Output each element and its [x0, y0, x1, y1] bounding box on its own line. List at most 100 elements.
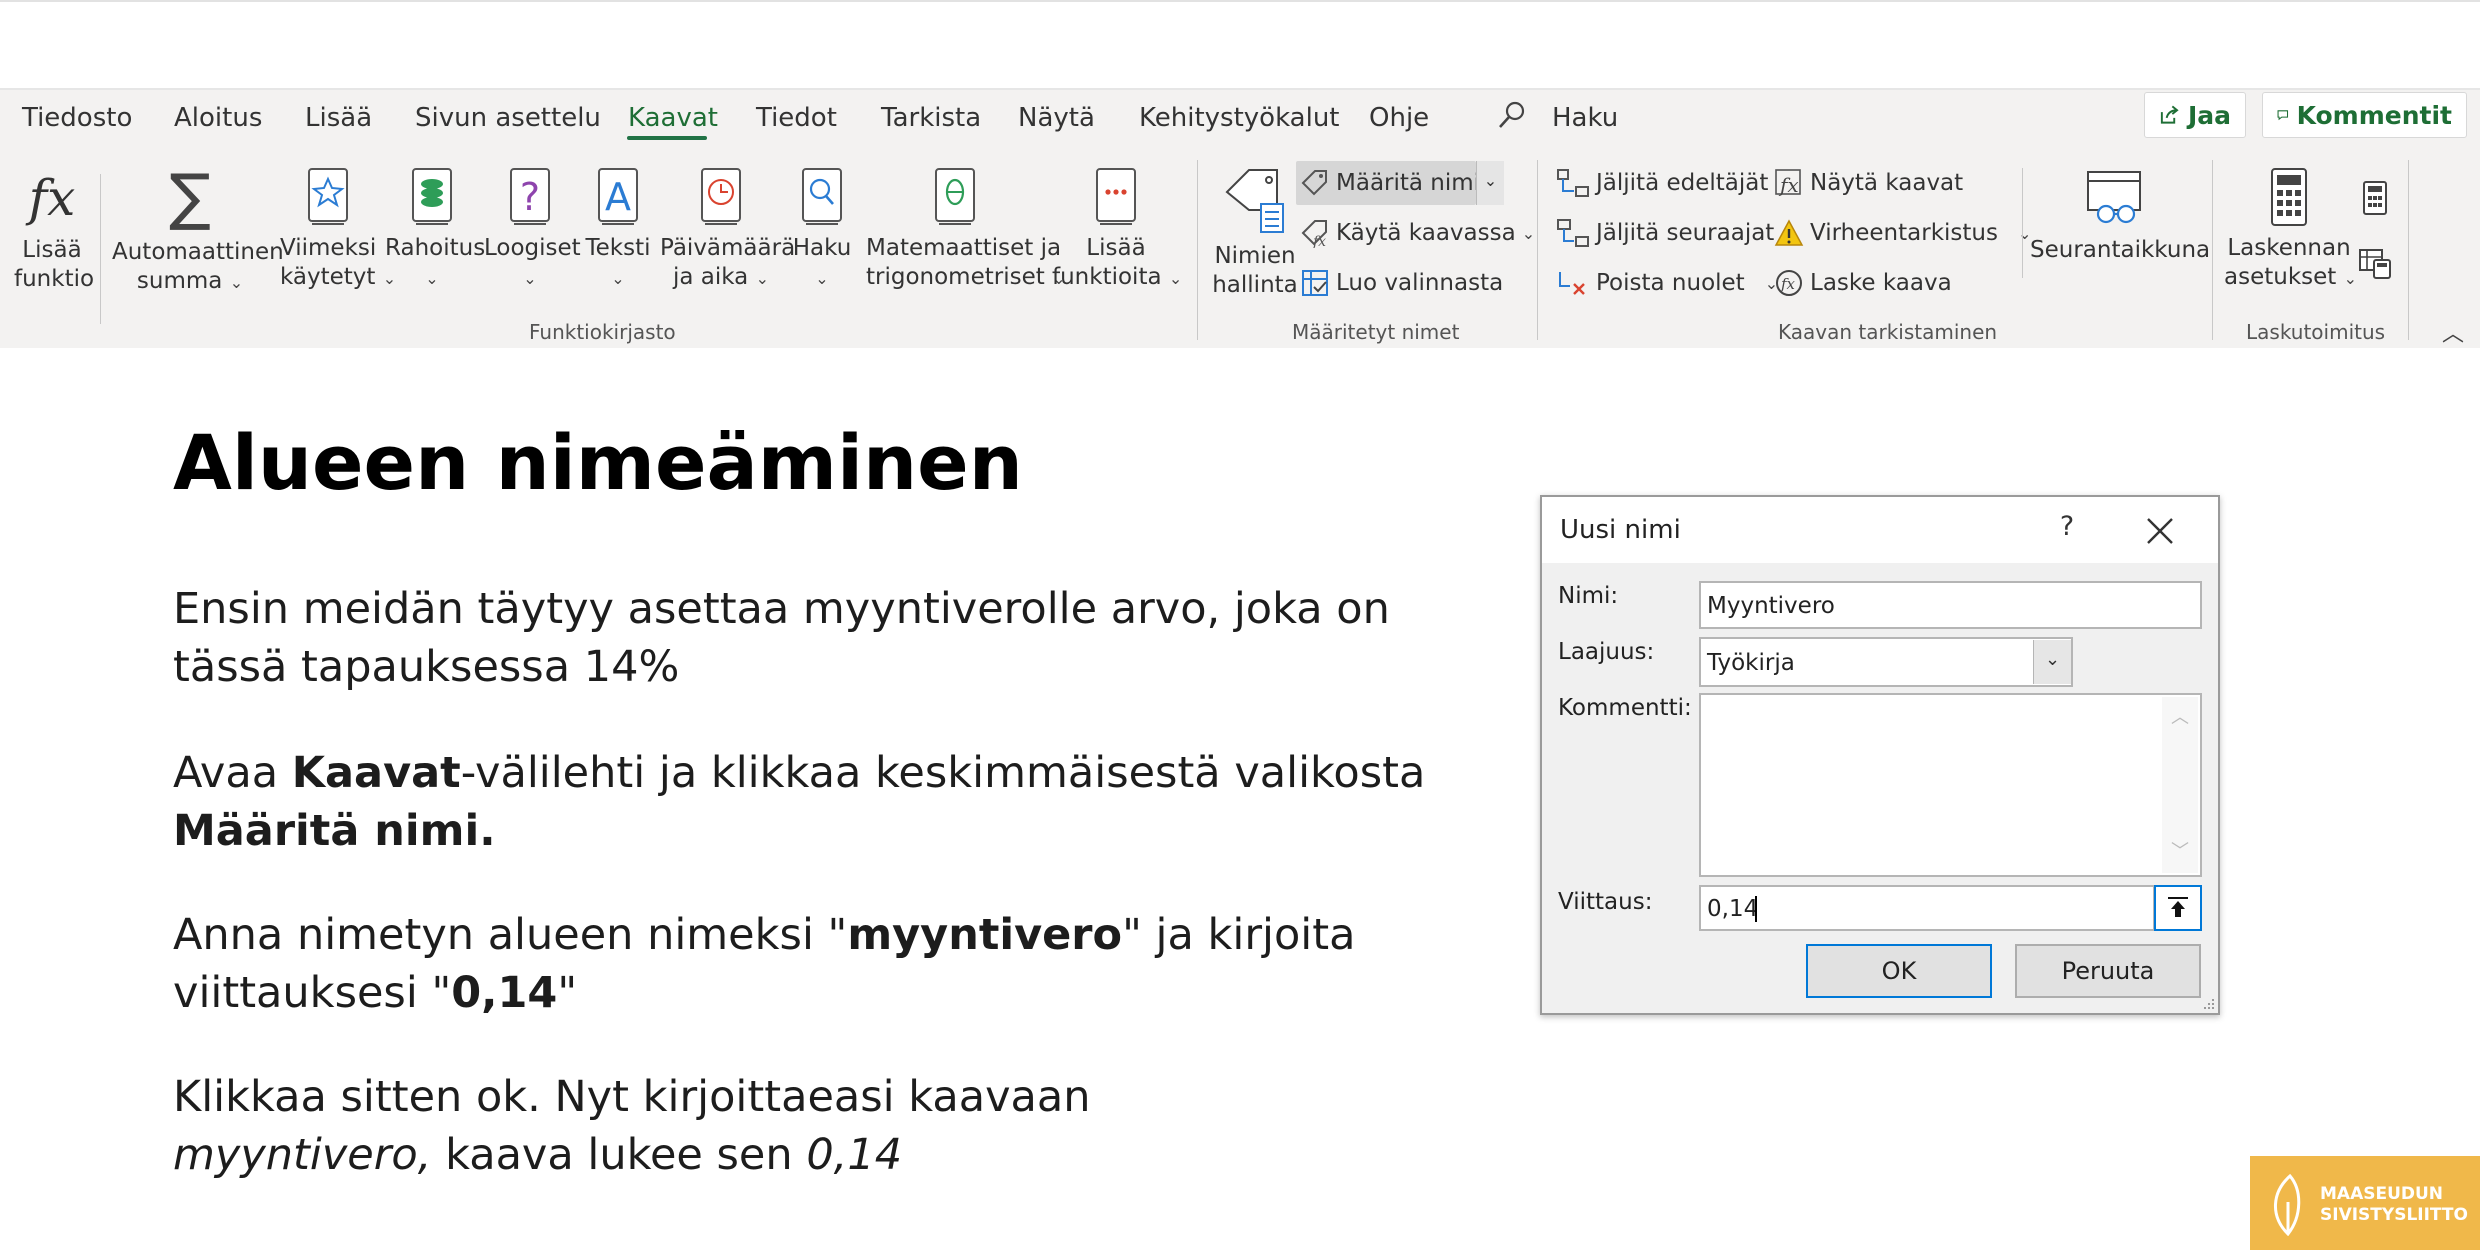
- comments-button[interactable]: Kommentit: [2262, 92, 2467, 138]
- share-label: Jaa: [2187, 100, 2231, 130]
- paragraph-3-text-3: viittauksesi ": [173, 968, 452, 1018]
- more-functions-label-2: funktioita: [1052, 264, 1162, 290]
- autosum-button[interactable]: ∑ Automaattinen summa ⌄: [112, 166, 284, 297]
- watch-window-button[interactable]: Seurantaikkuna: [2030, 168, 2210, 265]
- remove-arrows-label: Poista nuolet: [1596, 270, 1745, 296]
- trace-dependents-icon: [1557, 219, 1589, 247]
- show-formulas-button[interactable]: fx Näytä kaavat: [1774, 168, 1963, 198]
- tab-review[interactable]: Tarkista: [881, 103, 981, 133]
- theta-book-icon: [935, 168, 975, 225]
- paragraph-3-text: Anna nimetyn alueen nimeksi ": [173, 910, 848, 960]
- tab-formulas[interactable]: Kaavat: [628, 103, 718, 133]
- chevron-down-icon: ⌄: [755, 269, 769, 288]
- active-tab-indicator: [627, 136, 707, 140]
- paragraph-2-bold-define-name: Määritä nimi.: [173, 806, 496, 856]
- scroll-up-icon[interactable]: ︿: [2171, 703, 2189, 729]
- collapse-ribbon-icon[interactable]: ︿: [2442, 316, 2464, 348]
- chevron-down-icon: ⌄: [2044, 649, 2061, 670]
- use-in-formula-label: Käytä kaavassa: [1336, 220, 1516, 246]
- math-trig-button[interactable]: Matemaattiset ja trigonometriset ⌄: [866, 166, 1065, 293]
- calculate-sheet-icon[interactable]: [2358, 248, 2392, 280]
- paragraph-3-bold-value: 0,14: [451, 968, 558, 1018]
- collapse-dialog-button[interactable]: [2154, 885, 2202, 931]
- scroll-down-icon[interactable]: ﹀: [2171, 837, 2189, 863]
- tab-file[interactable]: Tiedosto: [22, 103, 132, 133]
- remove-arrows-button[interactable]: Poista nuolet ⌄: [1556, 268, 1778, 298]
- comment-icon: [2277, 110, 2289, 121]
- scope-select[interactable]: Työkirja: [1699, 637, 2073, 687]
- paragraph-1: Ensin meidän täytyy asettaa myyntiveroll…: [173, 580, 1390, 696]
- name-manager-label-1: Nimien: [1214, 243, 1296, 269]
- svg-text:fx: fx: [1312, 234, 1326, 248]
- logo-line-2: SIVISTYSLIITTO: [2320, 1205, 2468, 1225]
- lookup-label: Haku: [792, 235, 852, 261]
- insert-function-button[interactable]: fx Lisää funktio: [14, 168, 94, 294]
- paragraph-4-italic-name: myyntivero,: [173, 1130, 432, 1180]
- recently-used-button[interactable]: Viimeksi käytetyt ⌄: [280, 166, 396, 293]
- create-from-selection-button[interactable]: Luo valinnasta: [1300, 268, 1503, 298]
- more-functions-button[interactable]: Lisää funktioita ⌄: [1052, 166, 1182, 293]
- refers-to-label: Viittaus:: [1558, 889, 1653, 915]
- tab-help[interactable]: Ohje: [1369, 103, 1429, 133]
- calculate-now-icon[interactable]: [2360, 180, 2390, 216]
- svg-text:?: ?: [520, 175, 540, 219]
- paragraph-2: Avaa Kaavat-välilehti ja klikkaa keskimm…: [173, 744, 1425, 860]
- refers-to-input[interactable]: 0,14: [1699, 885, 2155, 931]
- trace-precedents-label: Jäljitä edeltäjät: [1596, 170, 1769, 196]
- comment-scrollbar[interactable]: ︿ ﹀: [2162, 697, 2198, 873]
- clock-book-icon: [701, 168, 741, 225]
- show-formulas-label: Näytä kaavat: [1810, 170, 1964, 196]
- logical-button[interactable]: ? Loogiset ⌄: [484, 166, 581, 293]
- lookup-button[interactable]: Haku ⌄: [790, 166, 854, 293]
- logo-text: MAASEUDUN SIVISTYSLIITTO: [2320, 1184, 2468, 1226]
- financial-button[interactable]: Rahoitus ⌄: [385, 166, 485, 293]
- scope-select-value: Työkirja: [1707, 650, 1795, 676]
- autosum-label-2: summa: [136, 268, 223, 294]
- name-manager-label-2: hallinta: [1212, 272, 1298, 298]
- use-in-formula-button[interactable]: fx Käytä kaavassa ⌄: [1300, 218, 1535, 248]
- calculation-options-label-2: asetukset: [2224, 264, 2337, 290]
- help-button[interactable]: ?: [2049, 511, 2085, 542]
- dialog-titlebar: Uusi nimi ?: [1542, 497, 2218, 563]
- cancel-button[interactable]: Peruuta: [2015, 944, 2201, 998]
- text-button[interactable]: A Teksti ⌄: [584, 166, 652, 293]
- paragraph-2-bold-kaavat: Kaavat: [291, 748, 461, 798]
- search-box[interactable]: Haku: [1552, 103, 1618, 133]
- tab-view[interactable]: Näytä: [1018, 103, 1095, 133]
- insert-function-label-1: Lisää: [22, 237, 82, 263]
- tab-home[interactable]: Aloitus: [174, 103, 262, 133]
- define-name-dropdown[interactable]: ⌄: [1476, 161, 1504, 205]
- group-label-calculation: Laskutoimitus: [2246, 320, 2386, 344]
- logo-line-1: MAASEUDUN: [2320, 1184, 2444, 1204]
- date-time-button[interactable]: Päivämäärä ja aika ⌄: [660, 166, 795, 293]
- tab-developer[interactable]: Kehitystyökalut: [1139, 103, 1340, 133]
- warning-icon: [1774, 219, 1804, 246]
- resize-grip-icon[interactable]: [2200, 995, 2216, 1011]
- refers-to-value: 0,14: [1707, 896, 1759, 922]
- trace-dependents-button[interactable]: Jäljitä seuraajat: [1556, 218, 1774, 248]
- tab-insert[interactable]: Lisää: [305, 103, 372, 133]
- name-manager-button[interactable]: Nimien hallinta: [1210, 164, 1300, 300]
- name-label: Nimi:: [1558, 583, 1619, 609]
- trace-precedents-button[interactable]: Jäljitä edeltäjät: [1556, 168, 1768, 198]
- close-icon[interactable]: [2142, 513, 2178, 549]
- text-book-icon: A: [598, 168, 638, 225]
- comment-textarea[interactable]: [1699, 693, 2202, 877]
- scope-label: Laajuus:: [1558, 639, 1655, 665]
- paragraph-1-line-2: tässä tapauksessa 14%: [173, 642, 680, 692]
- name-input-value: Myyntivero: [1707, 593, 1835, 619]
- search-icon[interactable]: [1497, 100, 1527, 130]
- scope-dropdown-button[interactable]: ⌄: [2033, 640, 2071, 684]
- comments-label: Kommentit: [2296, 100, 2452, 130]
- share-button[interactable]: Jaa: [2144, 92, 2246, 138]
- table-check-icon: [1302, 270, 1328, 296]
- comment-label: Kommentti:: [1558, 695, 1692, 721]
- calculation-options-button[interactable]: Laskennan asetukset ⌄: [2224, 166, 2357, 293]
- error-checking-button[interactable]: Virheentarkistus ⌄: [1774, 218, 2031, 248]
- tab-data[interactable]: Tiedot: [756, 103, 837, 133]
- ok-button[interactable]: OK: [1806, 944, 1992, 998]
- separator: [1537, 160, 1538, 340]
- name-input[interactable]: Myyntivero: [1699, 581, 2202, 629]
- evaluate-formula-button[interactable]: fx Laske kaava: [1774, 268, 1952, 298]
- tab-page-layout[interactable]: Sivun asettelu: [415, 103, 601, 133]
